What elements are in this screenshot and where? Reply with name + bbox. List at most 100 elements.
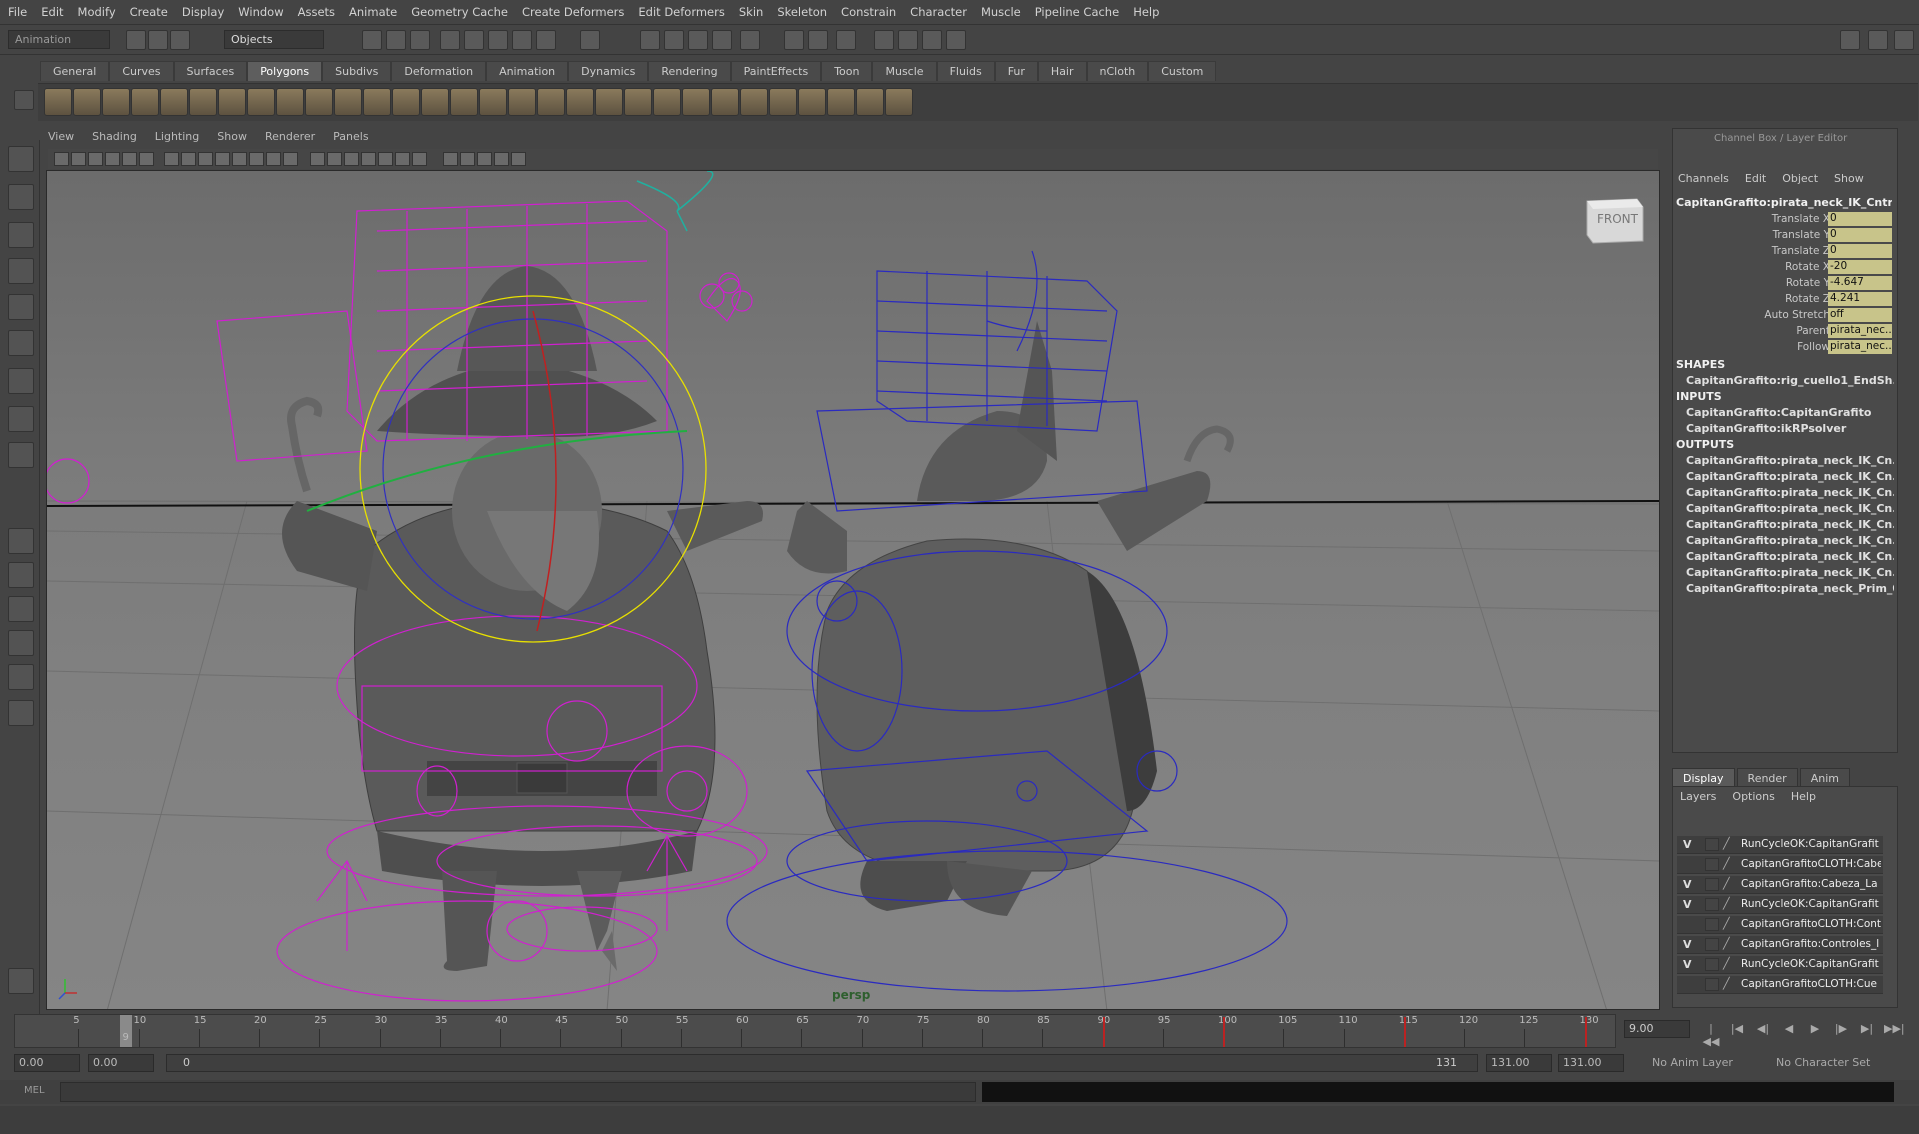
select-object-icon[interactable] <box>386 30 406 50</box>
viewport-menu-panels[interactable]: Panels <box>333 130 368 148</box>
shelf-tool-icon[interactable] <box>131 88 159 116</box>
channel-value-field[interactable]: pirata_nec... <box>1828 340 1892 354</box>
keyframe-marker[interactable] <box>1403 1017 1406 1047</box>
outputs-node[interactable]: CapitanGrafito:pirata_neck_IK_Cn... <box>1686 518 1894 531</box>
shelf-tab-ncloth[interactable]: nCloth <box>1086 61 1149 81</box>
snap-grid-icon[interactable] <box>440 30 460 50</box>
menu-assets[interactable]: Assets <box>298 5 335 19</box>
shelf-tab-deformation[interactable]: Deformation <box>391 61 487 81</box>
layout-icon[interactable] <box>1840 30 1860 50</box>
render-icon[interactable] <box>664 30 684 50</box>
menu-edit[interactable]: Edit <box>41 5 63 19</box>
channel-menu-edit[interactable]: Edit <box>1745 172 1766 185</box>
shelf-tool-icon[interactable] <box>334 88 362 116</box>
playback-button[interactable]: ▶▶| <box>1884 1022 1905 1038</box>
menu-help[interactable]: Help <box>1133 5 1159 19</box>
shelf-tool-icon[interactable] <box>682 88 710 116</box>
channel-value-field[interactable]: 0 <box>1828 212 1892 226</box>
channel-menu-channels[interactable]: Channels <box>1678 172 1729 185</box>
rotate-tool-icon[interactable] <box>8 294 34 320</box>
layer-visibility-toggle[interactable]: V <box>1683 958 1697 971</box>
shelf-tab-muscle[interactable]: Muscle <box>872 61 937 81</box>
layer-row[interactable]: V ╱ CapitanGrafito:Cabeza_La <box>1677 876 1883 894</box>
shelf-tool-icon[interactable] <box>276 88 304 116</box>
render-view-icon[interactable] <box>784 30 804 50</box>
snap-plane-icon[interactable] <box>512 30 532 50</box>
viewport-toolbar-icon[interactable] <box>378 152 393 166</box>
outliner-layout-icon[interactable] <box>8 596 34 622</box>
menu-create-deformers[interactable]: Create Deformers <box>522 5 624 19</box>
viewport-toolbar-icon[interactable] <box>310 152 325 166</box>
viewport-toolbar-icon[interactable] <box>232 152 247 166</box>
layout-toggle-icon[interactable] <box>1894 30 1914 50</box>
viewport-toolbar-icon[interactable] <box>181 152 196 166</box>
viewport-toolbar-icon[interactable] <box>395 152 410 166</box>
inputs-node[interactable]: CapitanGrafito:ikRPsolver <box>1686 422 1894 435</box>
new-scene-icon[interactable] <box>126 30 146 50</box>
viewport-menu-show[interactable]: Show <box>217 130 247 148</box>
playback-button[interactable]: |▶ <box>1832 1022 1850 1038</box>
menu-create[interactable]: Create <box>130 5 168 19</box>
shelf-tool-icon[interactable] <box>827 88 855 116</box>
shelf-tool-icon[interactable] <box>421 88 449 116</box>
menu-file[interactable]: File <box>8 5 27 19</box>
open-scene-icon[interactable] <box>148 30 168 50</box>
move-tool-icon[interactable] <box>8 258 34 284</box>
layer-name[interactable]: CapitanGrafitoCLOTH:Cabe <box>1741 858 1881 870</box>
layer-menu-help[interactable]: Help <box>1791 790 1816 803</box>
playback-button[interactable]: |◀◀ <box>1702 1022 1720 1048</box>
viewport-toolbar-icon[interactable] <box>105 152 120 166</box>
outputs-node[interactable]: CapitanGrafito:pirata_neck_IK_Cn... <box>1686 470 1894 483</box>
playback-button[interactable]: ◀| <box>1754 1022 1772 1038</box>
viewport-menu-renderer[interactable]: Renderer <box>265 130 315 148</box>
viewport-toolbar-icon[interactable] <box>361 152 376 166</box>
perspective-viewport[interactable] <box>46 170 1660 1010</box>
selected-node-name[interactable]: CapitanGrafito:pirata_neck_IK_Cntrl <box>1676 196 1892 209</box>
paint-select-icon[interactable] <box>8 222 34 248</box>
shelf-tool-icon[interactable] <box>189 88 217 116</box>
shelf-tool-icon[interactable] <box>856 88 884 116</box>
viewport-toolbar-icon[interactable] <box>460 152 475 166</box>
shelf-tab-polygons[interactable]: Polygons <box>247 61 323 81</box>
shelf-tool-icon[interactable] <box>769 88 797 116</box>
viewport-toolbar-icon[interactable] <box>443 152 458 166</box>
channel-value-field[interactable]: -4.647 <box>1828 276 1892 290</box>
channel-value-field[interactable]: -20 <box>1828 260 1892 274</box>
shelf-tool-icon[interactable] <box>450 88 478 116</box>
select-component-icon[interactable] <box>410 30 430 50</box>
save-scene-icon[interactable] <box>170 30 190 50</box>
hypershade-layout-icon[interactable] <box>8 664 34 690</box>
layer-playback-toggle[interactable] <box>1705 878 1719 891</box>
menu-constrain[interactable]: Constrain <box>841 5 896 19</box>
playback-button[interactable]: ▶| <box>1858 1022 1876 1038</box>
outputs-node[interactable]: CapitanGrafito:pirata_neck_IK_Cn... <box>1686 486 1894 499</box>
viewport-toolbar-icon[interactable] <box>327 152 342 166</box>
menu-skeleton[interactable]: Skeleton <box>777 5 827 19</box>
layer-row[interactable]: ╱ CapitanGrafitoCLOTH:Cue <box>1677 976 1883 994</box>
layer-row[interactable]: V ╱ RunCycleOK:CapitanGrafit <box>1677 956 1883 974</box>
shelf-tab-painteffects[interactable]: PaintEffects <box>730 61 822 81</box>
layer-row[interactable]: V ╱ RunCycleOK:CapitanGrafit <box>1677 896 1883 914</box>
layer-playback-toggle[interactable] <box>1705 858 1719 871</box>
selection-mode-field[interactable]: Objects <box>224 30 324 49</box>
menu-skin[interactable]: Skin <box>739 5 763 19</box>
custom-layout-icon[interactable] <box>8 700 34 726</box>
menu-animate[interactable]: Animate <box>349 5 397 19</box>
shelf-tool-icon[interactable] <box>479 88 507 116</box>
shelf-tool-icon[interactable] <box>740 88 768 116</box>
character-set-selector[interactable]: No Character Set <box>1776 1056 1870 1069</box>
viewport-menu-view[interactable]: View <box>48 130 74 148</box>
outputs-node[interactable]: CapitanGrafito:pirata_neck_IK_Cn... <box>1686 454 1894 467</box>
menu-muscle[interactable]: Muscle <box>981 5 1021 19</box>
viewport-toolbar-icon[interactable] <box>412 152 427 166</box>
viewport-toolbar-icon[interactable] <box>164 152 179 166</box>
outputs-node[interactable]: CapitanGrafito:pirata_neck_IK_Cn... <box>1686 534 1894 547</box>
layer-playback-toggle[interactable] <box>1705 978 1719 991</box>
shelf-menu-icon[interactable] <box>14 90 34 110</box>
channel-row[interactable]: Auto Stretch off <box>1676 308 1894 323</box>
shelf-tool-icon[interactable] <box>798 88 826 116</box>
layer-visibility-toggle[interactable]: V <box>1683 898 1697 911</box>
viewport-toolbar-icon[interactable] <box>344 152 359 166</box>
viewport-toolbar-icon[interactable] <box>88 152 103 166</box>
soft-mod-tool-icon[interactable] <box>8 406 34 432</box>
